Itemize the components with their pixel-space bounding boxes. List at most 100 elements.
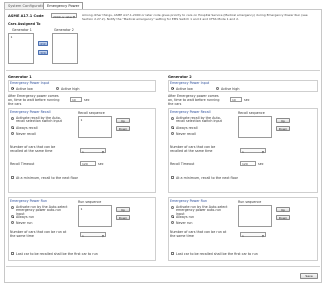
gen2-active-low-label: Active low [176,86,193,91]
gen2-active-low-radio[interactable] [171,86,175,90]
gen2-recall-always-radio[interactable] [171,126,175,130]
tab-emergency-power[interactable]: Emergency Power [43,2,84,9]
gen1-run-last-label: Last car to be recalled shall be the fir… [16,252,98,256]
gen2-run-seq-label: Run sequence [238,200,262,204]
gen2-recall-never-label: Never recall [176,132,196,136]
gen1-wait-label: After Emergency power comes on, time to … [8,94,60,106]
gen1-recall-seq-list[interactable]: 1 [78,116,112,138]
gen2-recall-num-value: 1 [242,149,244,154]
gen2-recall-seq-label: Recall sequence [238,111,265,115]
gen2-run-seq-list[interactable] [238,205,272,227]
gen2-run-last-label: Last car to be recalled shall be the fir… [176,252,258,256]
gen1-recall-seq-label: Recall sequence [78,111,105,115]
gen1-run-num-select[interactable]: 1 ▼ [80,232,106,238]
gen1-recall-up-button[interactable]: Up [116,118,130,123]
gen2-column-label: Generator 2 [54,28,74,32]
gen1-title: Generator 1 [8,75,32,79]
gen1-active-high-radio[interactable] [56,86,60,90]
chevron-down-icon: ▼ [261,233,264,238]
gen2-recall-down-button[interactable]: Down [276,126,290,131]
gen2-recall-always-label: Always recall [176,126,198,130]
code-description: Among other things, ASME A17.1-2000 or l… [82,13,308,21]
gen2-recall-num-select[interactable]: 1 ▼ [240,148,266,154]
gen2-recall-timeout-label: Recall Timeout [170,162,195,166]
gen2-cars-list[interactable] [52,33,78,64]
save-button[interactable]: Save [300,273,318,279]
gen2-active-high-label: Active high [221,86,240,91]
chevron-down-icon: ▼ [261,149,264,154]
gen1-run-always-label: Always run [16,215,35,219]
gen2-recall-timeout-unit: sec [258,161,264,166]
gen1-wait-unit: sec [84,97,90,102]
gen1-recall-min-label: At a minimum, recall to the next floor [16,176,79,180]
cars-assigned-label: Cars Assigned To [8,22,41,26]
gen1-recall-num-label: Number of cars that can be recalled at t… [10,145,56,153]
gen1-car-item[interactable]: 1 [9,34,33,40]
gen1-recall-auto-label: Activate recall by the Auto-recall selec… [16,115,62,124]
gen2-run-always-label: Always run [176,215,195,219]
gen1-run-seq-item[interactable]: 1 [79,206,111,212]
gen2-wait-input[interactable]: 10 [230,97,242,102]
gen2-wait-label: After Emergency power comes on, time to … [168,94,220,106]
gen1-active-high-label: Active high [61,86,80,91]
gen1-recall-timeout-input[interactable]: 120 [80,161,96,166]
gen1-run-always-radio[interactable] [11,215,15,219]
gen2-recall-auto-label: Activate recall by the Auto-recall selec… [176,115,222,124]
gen1-wait-input[interactable]: 10 [70,97,82,102]
gen1-recall-always-radio[interactable] [11,126,15,130]
gen2-run-up-button[interactable]: Up [276,207,290,212]
gen2-title: Generator 2 [168,75,192,79]
move-to-gen2-button[interactable]: >> [38,41,48,46]
gen1-recall-down-button[interactable]: Down [116,126,130,131]
gen2-run-num-label: Number of cars that can be run at the sa… [170,230,227,238]
gen1-run-seq-list[interactable]: 1 [78,205,112,227]
chevron-down-icon: ▼ [101,149,104,154]
gen1-recall-seq-item[interactable]: 1 [79,117,111,123]
code-select-value: 2000 or later [53,14,73,19]
gen1-recall-min-checkbox[interactable] [11,176,15,180]
gen2-recall-min-checkbox[interactable] [171,176,175,180]
gen1-recall-num-value: 1 [82,149,84,154]
gen1-active-low-radio[interactable] [11,86,15,90]
gen1-run-seq-label: Run sequence [78,200,102,204]
gen1-recall-title: Emergency Power Recall [10,110,51,114]
gen1-recall-num-select[interactable]: 1 ▼ [80,148,106,154]
gen1-run-down-button[interactable]: Down [116,215,130,220]
gen2-run-down-button[interactable]: Down [276,215,290,220]
gen2-recall-seq-list[interactable] [238,116,272,138]
gen1-input-label: Emergency Power Input [10,81,50,85]
gen1-recall-never-label: Never recall [16,132,36,136]
gen2-run-last-checkbox[interactable] [171,252,175,256]
move-to-gen1-button[interactable]: << [38,50,48,55]
gen1-cars-list[interactable]: 1 [8,33,34,64]
code-label: ASME A17.1 Code [8,14,44,18]
gen2-input-label: Emergency Power Input [170,81,210,85]
gen1-run-num-label: Number of cars that can be run at the sa… [10,230,67,238]
gen2-recall-title: Emergency Power Recall [170,110,211,114]
gen2-active-high-radio[interactable] [216,86,220,90]
gen1-run-title: Emergency Power Run [10,199,47,203]
gen1-column-label: Generator 1 [12,28,32,32]
gen1-run-num-value: 1 [82,233,84,238]
gen2-recall-up-button[interactable]: Up [276,118,290,123]
gen1-run-up-button[interactable]: Up [116,207,130,212]
gen2-run-num-value: 1 [242,233,244,238]
gen1-run-last-checkbox[interactable] [11,252,15,256]
code-select[interactable]: 2000 or later ▼ [51,13,77,19]
chevron-down-icon: ▼ [72,14,75,19]
gen1-run-never-label: Never run [16,221,33,225]
divider [6,70,320,71]
gen2-run-title: Emergency Power Run [170,199,207,203]
chevron-down-icon: ▼ [101,233,104,238]
gen1-recall-timeout-unit: sec [98,161,104,166]
gen2-run-always-radio[interactable] [171,215,175,219]
gen1-recall-always-label: Always recall [16,126,38,130]
footer-divider [6,266,320,267]
gen2-run-num-select[interactable]: 1 ▼ [240,232,266,238]
gen2-recall-min-label: At a minimum, recall to the next floor [176,176,239,180]
gen2-wait-unit: sec [244,97,250,102]
gen1-recall-timeout-label: Recall Timeout [10,162,35,166]
gen2-run-never-label: Never run [176,221,193,225]
gen1-active-low-label: Active low [16,86,33,91]
gen2-recall-timeout-input[interactable]: 120 [240,161,256,166]
